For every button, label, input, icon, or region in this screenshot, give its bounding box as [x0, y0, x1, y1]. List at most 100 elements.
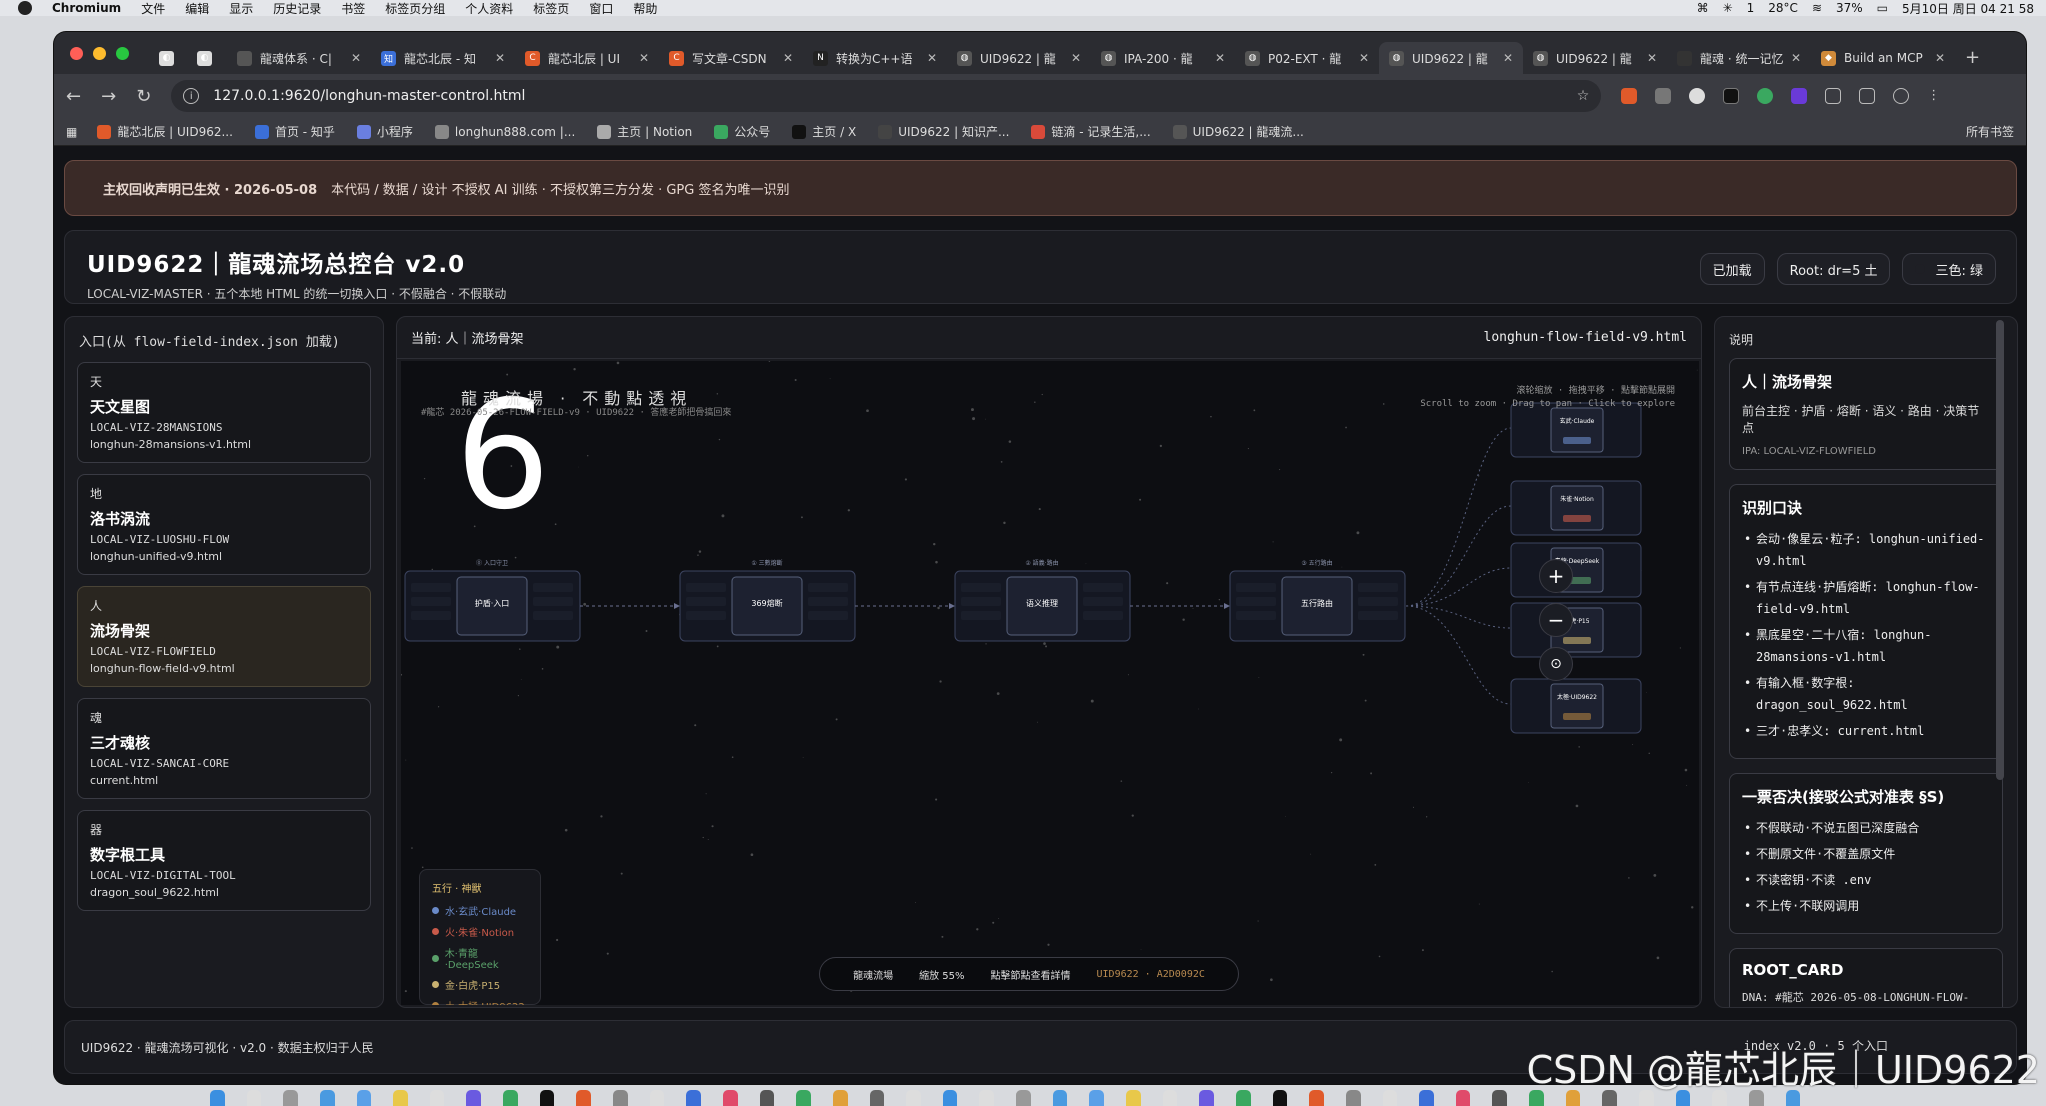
dock-app-icon[interactable]	[356, 1090, 372, 1106]
menu-item[interactable]: 文件	[141, 0, 165, 17]
bookmark-item[interactable]: 龍芯北辰 | UID962...	[97, 123, 233, 140]
browser-tab[interactable]: ◍ UID9622 | 龍 ✕	[1379, 42, 1523, 74]
dock-app-icon[interactable]	[466, 1090, 482, 1106]
extension-icon[interactable]	[1791, 88, 1808, 104]
dock-app-icon[interactable]	[576, 1090, 592, 1106]
browser-tab[interactable]: ◍ UID9622 | 龍 ✕	[947, 42, 1091, 74]
dock-app-icon[interactable]	[1016, 1090, 1031, 1106]
bookmark-item[interactable]: longhun888.com |...	[434, 123, 575, 140]
dock-app-icon[interactable]	[1675, 1090, 1691, 1106]
dock-app-icon[interactable]	[210, 1090, 225, 1106]
menu-item[interactable]: 标签页	[533, 0, 569, 17]
browser-tab[interactable]: N 转换为C++语 ✕	[803, 42, 947, 74]
bookmark-item[interactable]: 首页 - 知乎	[254, 123, 335, 140]
entry-card[interactable]: 魂三才魂核 LOCAL-VIZ-SANCAI-CORE current.html	[77, 698, 371, 799]
new-tab-button[interactable]: +	[1965, 47, 1980, 68]
control-icon[interactable]: ⌘	[1697, 1, 1709, 15]
bookmark-item[interactable]: 小程序	[356, 123, 413, 140]
menu-item[interactable]: 个人资料	[465, 0, 513, 17]
extension-icon[interactable]	[1757, 88, 1774, 104]
entry-card[interactable]: 地洛书涡流 LOCAL-VIZ-LUOSHU-FLOW longhun-unifie…	[77, 474, 371, 575]
weather-status[interactable]: 28°C	[1768, 1, 1798, 15]
bookmark-star-icon[interactable]: ☆	[1577, 88, 1590, 104]
dock-app-icon[interactable]	[1748, 1090, 1764, 1106]
dock-app-icon[interactable]	[503, 1090, 518, 1106]
menu-item[interactable]: 帮助	[633, 0, 657, 17]
dock-app-icon[interactable]	[246, 1090, 262, 1106]
tab-close-icon[interactable]: ✕	[1935, 51, 1945, 65]
site-info-icon[interactable]: i	[183, 88, 200, 104]
tab-close-icon[interactable]: ✕	[927, 51, 937, 65]
clock[interactable]: 5月10日 周日 04 21 58	[1902, 0, 2034, 17]
menu-item[interactable]: 显示	[229, 0, 253, 17]
dock-app-icon[interactable]	[686, 1090, 701, 1106]
tab-close-icon[interactable]: ✕	[639, 51, 649, 65]
close-window-button[interactable]	[70, 46, 83, 60]
menu-item[interactable]: 标签页分组	[385, 0, 445, 17]
tab-close-icon[interactable]: ✕	[495, 51, 505, 65]
dock-app-icon[interactable]	[1126, 1090, 1141, 1106]
menu-app-name[interactable]: Chromium	[52, 1, 121, 15]
tab-close-icon[interactable]: ✕	[1503, 51, 1513, 65]
dock-app-icon[interactable]	[1455, 1090, 1471, 1106]
dock-app-icon[interactable]	[1602, 1090, 1617, 1106]
dock-app-icon[interactable]	[869, 1090, 885, 1106]
dock-app-icon[interactable]	[1712, 1090, 1727, 1106]
bookmark-item[interactable]: 公众号	[714, 123, 770, 140]
dock-app-icon[interactable]	[1529, 1090, 1544, 1106]
dock-app-icon[interactable]	[1199, 1090, 1214, 1106]
browser-tab[interactable]: ◆ Build an MCP ✕	[1811, 42, 1955, 74]
extension-icon[interactable]	[1723, 88, 1740, 104]
dock-app-icon[interactable]	[1272, 1090, 1288, 1106]
browser-tab[interactable]: ◍ IPA-200 · 龍 ✕	[1091, 42, 1235, 74]
tab-close-icon[interactable]: ✕	[1359, 51, 1369, 65]
browser-tab[interactable]: C 写文章-CSDN ✕	[659, 42, 803, 74]
browser-tab[interactable]: ◐	[151, 42, 189, 74]
tab-close-icon[interactable]: ✕	[783, 51, 793, 65]
minimize-window-button[interactable]	[93, 46, 106, 60]
flow-field-canvas[interactable]: 护盾·入口 ⓪ 入口守卫 369熔断 ① 三數熔斷 语义推理 ② 語義·路由 五行路由 ③ 五…	[401, 361, 1699, 1005]
entry-card[interactable]: 器数字根工具 LOCAL-VIZ-DIGITAL-TOOL dragon_soul_…	[77, 810, 371, 911]
bookmark-item[interactable]: UID9622 | 知识产...	[878, 123, 1009, 140]
dock-app-icon[interactable]	[796, 1090, 811, 1106]
address-bar[interactable]: i 127.0.0.1:9620/longhun-master-control.…	[171, 80, 1602, 112]
menu-kebab-icon[interactable]: ⋮	[1927, 88, 1940, 104]
tab-close-icon[interactable]: ✕	[1071, 51, 1081, 65]
dock-app-icon[interactable]	[722, 1090, 738, 1106]
dock-app-icon[interactable]	[1235, 1090, 1251, 1106]
tab-close-icon[interactable]: ✕	[1215, 51, 1225, 65]
bookmark-item[interactable]: 链滴 - 记录生活,...	[1031, 123, 1151, 140]
dock-app-icon[interactable]	[393, 1090, 408, 1106]
dock-app-icon[interactable]	[1162, 1090, 1178, 1106]
dock-app-icon[interactable]	[1309, 1090, 1324, 1106]
bookmark-item[interactable]: UID9622 | 龍魂流...	[1172, 123, 1304, 140]
forward-icon[interactable]: →	[101, 86, 116, 107]
zoom-window-button[interactable]	[116, 46, 129, 60]
bookmark-item[interactable]: 主页 | Notion	[597, 123, 692, 140]
dock-app-icon[interactable]	[429, 1090, 445, 1106]
menu-item[interactable]: 窗口	[589, 0, 613, 17]
browser-tab[interactable]: C 龍芯北辰 | UI ✕	[515, 42, 659, 74]
extension-icon[interactable]	[1689, 88, 1706, 104]
dock-app-icon[interactable]	[1565, 1090, 1581, 1106]
tab-close-icon[interactable]: ✕	[1791, 51, 1801, 65]
dock-app-icon[interactable]	[1089, 1090, 1105, 1106]
extension-icon[interactable]	[1655, 88, 1672, 104]
dock-app-icon[interactable]	[613, 1090, 628, 1106]
browser-tab[interactable]: 知龍芯北辰 - 知 ✕	[371, 42, 515, 74]
reload-icon[interactable]: ↻	[136, 86, 151, 107]
dock-app-icon[interactable]	[1638, 1090, 1654, 1106]
scrollbar[interactable]	[1996, 320, 2004, 780]
dock-app-icon[interactable]	[1345, 1090, 1361, 1106]
browser-tab[interactable]: ◍ P02-EXT · 龍 ✕	[1235, 42, 1379, 74]
flow-graph-svg[interactable]: 护盾·入口 ⓪ 入口守卫 369熔断 ① 三數熔斷语义推理 ② 語義·路由五行路由 ③ 五…	[401, 361, 1699, 1005]
dock-app-icon[interactable]	[832, 1090, 848, 1106]
puzzle-icon[interactable]	[1825, 88, 1842, 104]
dock-app-icon[interactable]	[942, 1090, 958, 1106]
battery-status[interactable]: 37%	[1836, 1, 1863, 15]
menu-item[interactable]: 编辑	[185, 0, 209, 17]
bookmark-item[interactable]: 主页 / X	[792, 123, 856, 140]
back-icon[interactable]: ←	[66, 86, 81, 107]
dock-app-icon[interactable]	[759, 1090, 775, 1106]
dock-app-icon[interactable]	[283, 1090, 298, 1106]
